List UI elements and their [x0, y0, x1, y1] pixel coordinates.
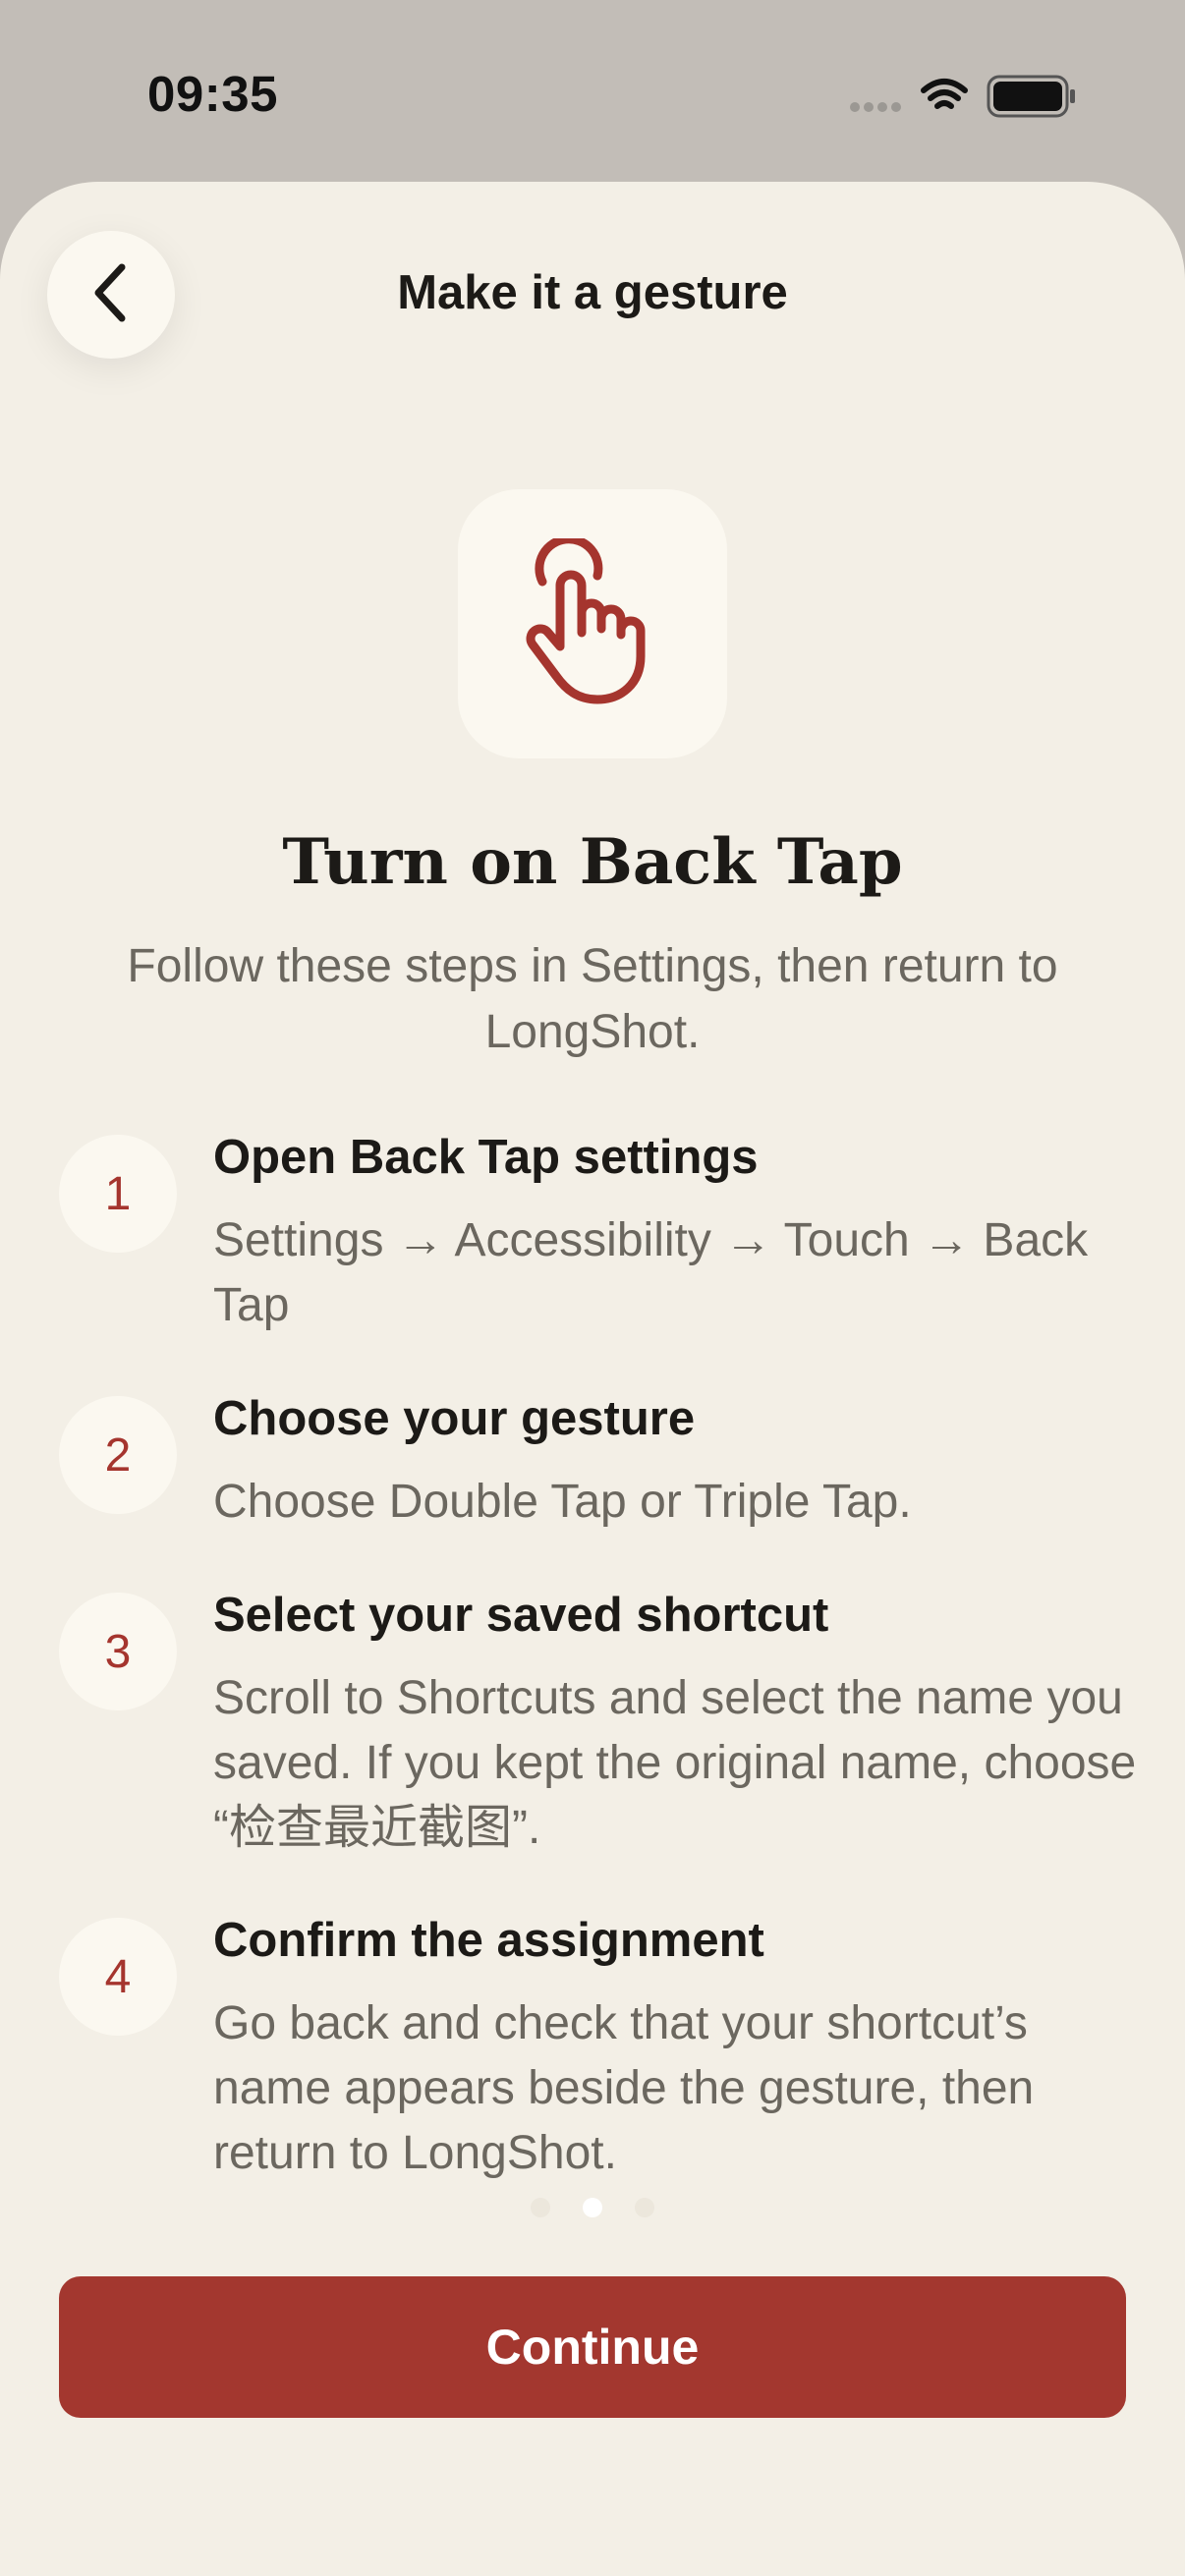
hand-tap-icon — [519, 533, 666, 710]
signal-dots-icon — [850, 102, 901, 112]
continue-button[interactable]: Continue — [59, 2276, 1126, 2418]
step-title: Open Back Tap settings — [213, 1131, 759, 1184]
step-number-badge: 3 — [59, 1593, 177, 1710]
page-indicator — [531, 2196, 654, 2219]
hero-icon-tile — [458, 489, 727, 758]
battery-icon — [987, 75, 1075, 118]
page-title: Make it a gesture — [397, 266, 788, 319]
step-description: Choose Double Tap or Triple Tap. — [213, 1476, 912, 1528]
page-dot[interactable] — [531, 2198, 550, 2217]
step-title: Choose your gesture — [213, 1392, 696, 1445]
page-dot[interactable] — [635, 2198, 654, 2217]
step-number-badge: 1 — [59, 1135, 177, 1253]
status-time: 09:35 — [147, 66, 278, 122]
step-description: Go back and check that your shortcut’s n… — [213, 1997, 1035, 2179]
step-title: Confirm the assignment — [213, 1914, 764, 1967]
step-number-badge: 4 — [59, 1918, 177, 2036]
heading: Turn on Back Tap — [282, 825, 903, 899]
step-number-badge: 2 — [59, 1396, 177, 1514]
status-bar: 09:35 — [0, 0, 1185, 187]
wifi-icon — [921, 79, 968, 109]
step-description: Scroll to Shortcuts and select the name … — [213, 1672, 1137, 1854]
page-dot-active[interactable] — [583, 2198, 602, 2217]
sheet: Make it a gesture Turn on Back Tap Follo… — [0, 182, 1185, 2576]
subheading: Follow these steps in Settings, then ret… — [127, 940, 1058, 1058]
step-description: Settings → Accessibility → Touch → Back … — [213, 1214, 1089, 1331]
step-title: Select your saved shortcut — [213, 1589, 829, 1642]
status-icons — [845, 71, 1081, 126]
